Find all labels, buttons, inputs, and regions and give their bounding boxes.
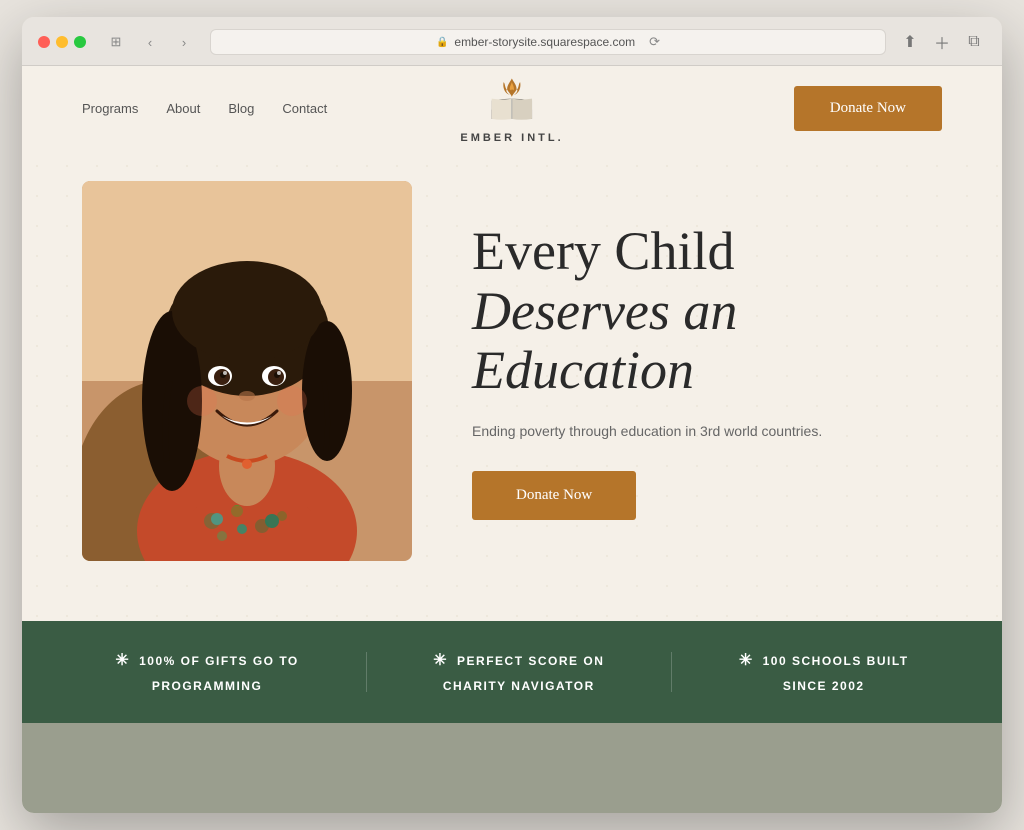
stat-score: ✳ PERFECT SCORE ON CHARITY NAVIGATOR [433, 649, 604, 695]
stat-score-text2: CHARITY NAVIGATOR [443, 677, 595, 695]
hero-title-line1: Every Child [472, 222, 942, 281]
hero-section: Every Child Deserves an Education Ending… [22, 151, 1002, 621]
stat-schools-text2: SINCE 2002 [783, 677, 865, 695]
stat-icon-2: ✳ [433, 649, 448, 673]
child-photo [82, 181, 412, 561]
traffic-lights [38, 36, 86, 48]
site-logo[interactable]: EMBER INTL. [460, 73, 563, 144]
browser-actions: ⬆ ＋ ⧉ [898, 30, 986, 54]
new-tab-button[interactable]: ＋ [930, 30, 954, 54]
stat-gifts-text2: PROGRAMMING [152, 677, 263, 695]
stat-divider-1 [366, 652, 367, 692]
share-button[interactable]: ⬆ [898, 30, 922, 54]
logo-icon [485, 73, 540, 128]
hero-subtitle: Ending poverty through education in 3rd … [472, 420, 942, 442]
browser-chrome: ⊞ ‹ › 🔒 ember-storysite.squarespace.com … [22, 17, 1002, 66]
nav-contact[interactable]: Contact [282, 101, 327, 116]
address-bar[interactable]: 🔒 ember-storysite.squarespace.com ⟳ [210, 29, 886, 55]
forward-button[interactable]: › [170, 31, 198, 53]
minimize-button[interactable] [56, 36, 68, 48]
browser-window: ⊞ ‹ › 🔒 ember-storysite.squarespace.com … [22, 17, 1002, 813]
stat-gifts: ✳ 100% OF GIFTS GO TO PROGRAMMING [115, 649, 298, 695]
logo-text: EMBER INTL. [460, 132, 563, 144]
hero-image [82, 181, 412, 561]
nav-programs[interactable]: Programs [82, 101, 138, 116]
stat-schools-text: ✳ 100 SCHOOLS BUILT [739, 649, 909, 673]
stat-divider-2 [671, 652, 672, 692]
tabs-overview-button[interactable]: ⧉ [962, 30, 986, 54]
donate-hero-button[interactable]: Donate Now [472, 471, 636, 520]
lock-icon: 🔒 [436, 37, 448, 48]
stat-gifts-text: ✳ 100% OF GIFTS GO TO [115, 649, 298, 673]
nav-about[interactable]: About [166, 101, 200, 116]
nav-links: Programs About Blog Contact [82, 101, 327, 116]
sidebar-toggle-button[interactable]: ⊞ [102, 31, 130, 53]
close-button[interactable] [38, 36, 50, 48]
hero-title-line3: Education [472, 341, 942, 400]
maximize-button[interactable] [74, 36, 86, 48]
stat-score-text: ✳ PERFECT SCORE ON [433, 649, 604, 673]
hero-title-line2: Deserves an [472, 282, 942, 341]
website-content: Programs About Blog Contact [22, 66, 1002, 813]
url-text: ember-storysite.squarespace.com [454, 35, 635, 49]
reload-icon[interactable]: ⟳ [649, 34, 660, 50]
stats-bar: ✳ 100% OF GIFTS GO TO PROGRAMMING ✳ PERF… [22, 621, 1002, 723]
stat-icon-1: ✳ [115, 649, 130, 673]
donate-nav-button[interactable]: Donate Now [794, 86, 942, 131]
bottom-section [22, 723, 1002, 813]
hero-title: Every Child Deserves an Education [472, 222, 942, 400]
navbar: Programs About Blog Contact [22, 66, 1002, 151]
stat-icon-3: ✳ [739, 649, 754, 673]
nav-blog[interactable]: Blog [228, 101, 254, 116]
back-button[interactable]: ‹ [136, 31, 164, 53]
hero-content: Every Child Deserves an Education Ending… [472, 222, 942, 520]
browser-controls: ⊞ ‹ › [102, 31, 198, 53]
stat-schools: ✳ 100 SCHOOLS BUILT SINCE 2002 [739, 649, 909, 695]
